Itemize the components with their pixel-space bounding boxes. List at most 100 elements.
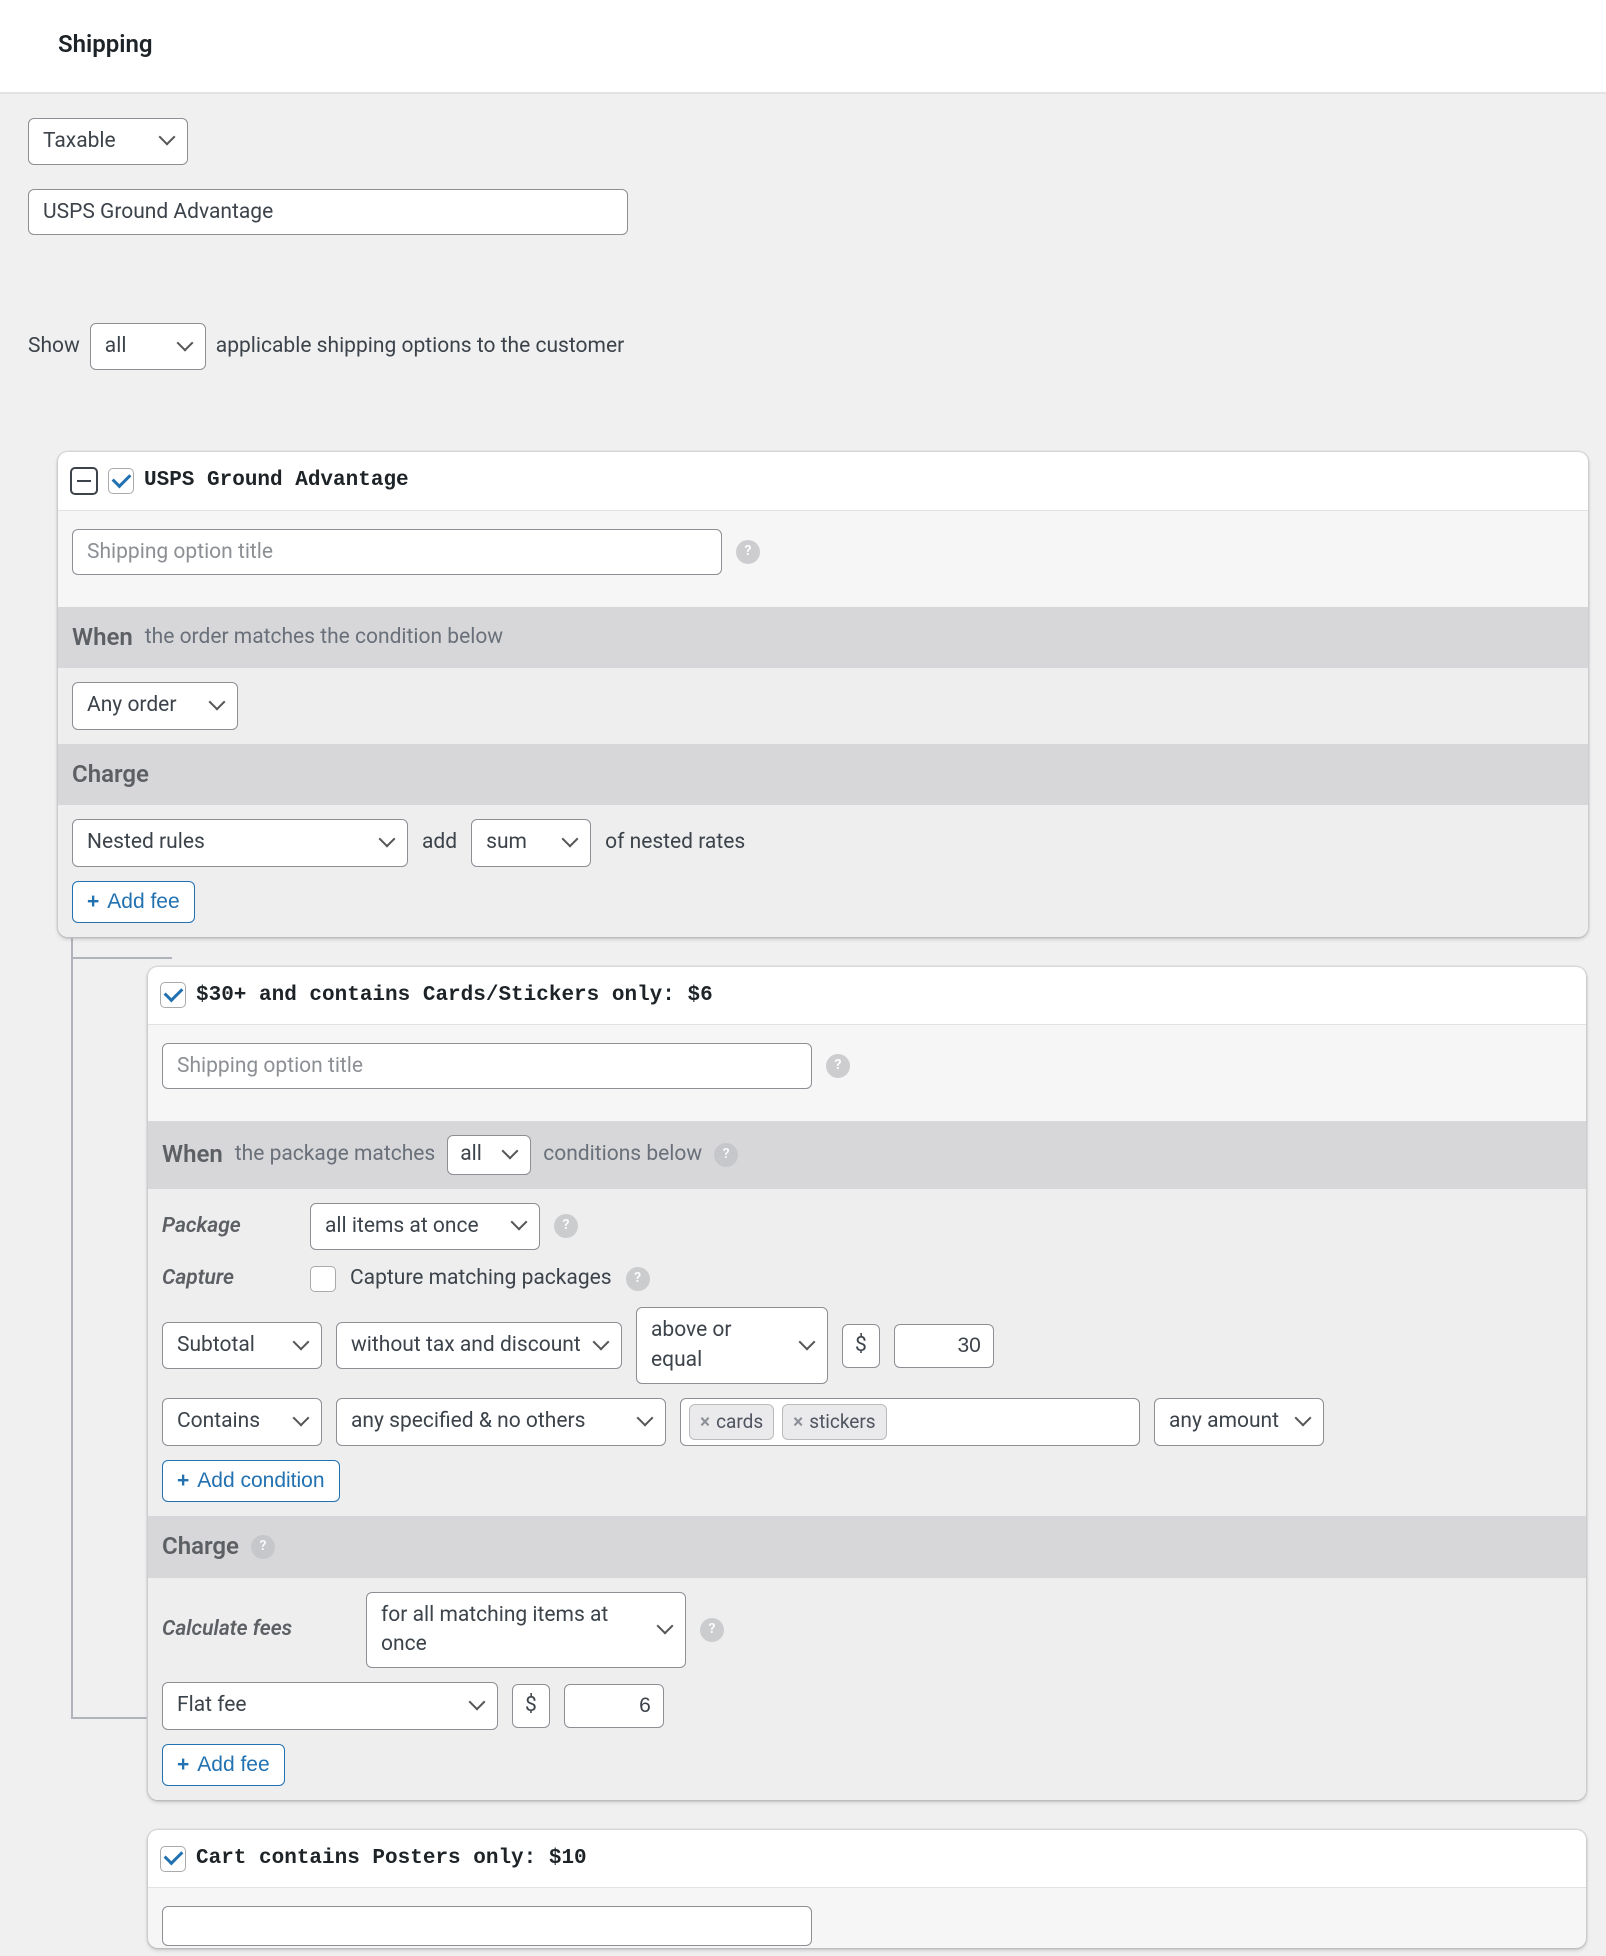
when-match-scope-value: all: [460, 1140, 482, 1169]
chevron-down-icon: [381, 835, 397, 851]
when-condition-value: Any order: [87, 691, 176, 720]
cond2-amount-select[interactable]: any amount: [1154, 1398, 1324, 1445]
show-scope-select[interactable]: all: [90, 323, 206, 370]
when-heading: When: [72, 621, 133, 655]
cond1-modifier-value: without tax and discount: [351, 1331, 581, 1360]
root-rule-header: USPS Ground Advantage: [58, 452, 1588, 510]
add-fee-button[interactable]: + Add fee: [162, 1744, 285, 1786]
capture-label: Capture: [162, 1264, 296, 1293]
remove-tag-icon[interactable]: ×: [793, 1409, 803, 1436]
chevron-down-icon: [513, 1218, 529, 1234]
chevron-down-icon: [595, 1338, 611, 1354]
charge-heading: Charge: [162, 1530, 239, 1564]
capture-checkbox[interactable]: [310, 1266, 336, 1292]
when-heading: When: [162, 1138, 223, 1172]
help-icon[interactable]: [826, 1054, 850, 1078]
child-rule-enabled-checkbox[interactable]: [160, 1846, 186, 1872]
cond1-value-input[interactable]: [894, 1324, 994, 1368]
add-fee-label: Add fee: [197, 1753, 269, 1777]
cond2-modifier-value: any specified & no others: [351, 1407, 585, 1436]
chevron-down-icon: [295, 1338, 311, 1354]
tag-item: × cards: [689, 1404, 774, 1441]
remove-tag-icon[interactable]: ×: [700, 1409, 710, 1436]
add-fee-label: Add fee: [107, 890, 179, 914]
tax-class-select[interactable]: Taxable: [28, 118, 188, 165]
cond1-op-select[interactable]: above or equal: [636, 1307, 828, 1384]
charge-add-label: add: [422, 828, 457, 857]
help-icon[interactable]: [714, 1143, 738, 1167]
charge-type-value: Nested rules: [87, 828, 205, 857]
fee-value-input[interactable]: [564, 1684, 664, 1728]
currency-symbol: $: [842, 1324, 880, 1368]
root-rule-title: USPS Ground Advantage: [144, 466, 409, 495]
cond2-tags-input[interactable]: × cards × stickers: [680, 1398, 1140, 1446]
help-icon[interactable]: [736, 540, 760, 564]
capture-text: Capture matching packages: [350, 1264, 612, 1293]
chevron-down-icon: [801, 1338, 817, 1354]
chevron-down-icon: [504, 1147, 520, 1163]
child-option-title-input[interactable]: [162, 1043, 812, 1089]
root-option-title-input[interactable]: [72, 529, 722, 575]
show-scope-value: all: [105, 332, 127, 361]
chevron-down-icon: [161, 133, 177, 149]
plus-icon: +: [177, 1753, 189, 1777]
child-rule-enabled-checkbox[interactable]: [160, 982, 186, 1008]
charge-aggregate-value: sum: [486, 828, 527, 857]
charge-aggregate-select[interactable]: sum: [471, 819, 591, 866]
package-scope-value: all items at once: [325, 1212, 479, 1241]
plus-icon: +: [87, 890, 99, 914]
help-icon[interactable]: [700, 1618, 724, 1642]
cond2-field-value: Contains: [177, 1407, 260, 1436]
when-sub-suffix: conditions below: [543, 1140, 702, 1169]
cond2-field-select[interactable]: Contains: [162, 1398, 322, 1445]
help-icon[interactable]: [251, 1535, 275, 1559]
cond1-op-value: above or equal: [651, 1316, 787, 1375]
package-scope-select[interactable]: all items at once: [310, 1203, 540, 1250]
page-title: Shipping: [58, 28, 1548, 62]
when-subtext: the order matches the condition below: [145, 623, 503, 652]
when-sub-prefix: the package matches: [235, 1140, 435, 1169]
child-rule-header: $30+ and contains Cards/Stickers only: $…: [148, 967, 1586, 1025]
fee-type-value: Flat fee: [177, 1691, 247, 1720]
add-condition-label: Add condition: [197, 1469, 324, 1493]
cond2-modifier-select[interactable]: any specified & no others: [336, 1398, 666, 1445]
when-condition-select[interactable]: Any order: [72, 682, 238, 729]
package-label: Package: [162, 1212, 296, 1241]
child-rule-title: $30+ and contains Cards/Stickers only: $…: [196, 981, 713, 1010]
fee-type-select[interactable]: Flat fee: [162, 1682, 498, 1729]
chevron-down-icon: [295, 1414, 311, 1430]
child2-option-title-input[interactable]: [162, 1906, 812, 1946]
chevron-down-icon: [639, 1414, 655, 1430]
add-fee-button[interactable]: + Add fee: [72, 881, 195, 923]
child-rule-title: Cart contains Posters only: $10: [196, 1844, 587, 1873]
chevron-down-icon: [471, 1698, 487, 1714]
tag-item: × stickers: [782, 1404, 886, 1441]
when-match-scope-select[interactable]: all: [447, 1135, 531, 1174]
chevron-down-icon: [211, 698, 227, 714]
cond1-field-value: Subtotal: [177, 1331, 255, 1360]
root-rule-enabled-checkbox[interactable]: [108, 468, 134, 494]
collapse-toggle[interactable]: [70, 467, 98, 495]
tag-label: stickers: [809, 1409, 875, 1436]
currency-symbol: $: [512, 1684, 550, 1728]
help-icon[interactable]: [554, 1214, 578, 1238]
tax-class-value: Taxable: [43, 127, 116, 156]
calc-scope-select[interactable]: for all matching items at once: [366, 1592, 686, 1669]
help-icon[interactable]: [626, 1267, 650, 1291]
tag-label: cards: [716, 1409, 763, 1436]
plus-icon: +: [177, 1469, 189, 1493]
calc-scope-value: for all matching items at once: [381, 1601, 645, 1660]
charge-heading: Charge: [72, 758, 149, 792]
show-prefix-label: Show: [28, 332, 80, 361]
show-suffix-label: applicable shipping options to the custo…: [216, 332, 624, 361]
cond2-amount-value: any amount: [1169, 1407, 1279, 1436]
chevron-down-icon: [179, 339, 195, 355]
charge-type-select[interactable]: Nested rules: [72, 819, 408, 866]
cond1-field-select[interactable]: Subtotal: [162, 1322, 322, 1369]
add-condition-button[interactable]: + Add condition: [162, 1460, 340, 1502]
charge-of-label: of nested rates: [605, 828, 745, 857]
cond1-modifier-select[interactable]: without tax and discount: [336, 1322, 622, 1369]
chevron-down-icon: [564, 835, 580, 851]
shipping-method-name-input[interactable]: [28, 189, 628, 235]
child-rule-header: Cart contains Posters only: $10: [148, 1830, 1586, 1888]
